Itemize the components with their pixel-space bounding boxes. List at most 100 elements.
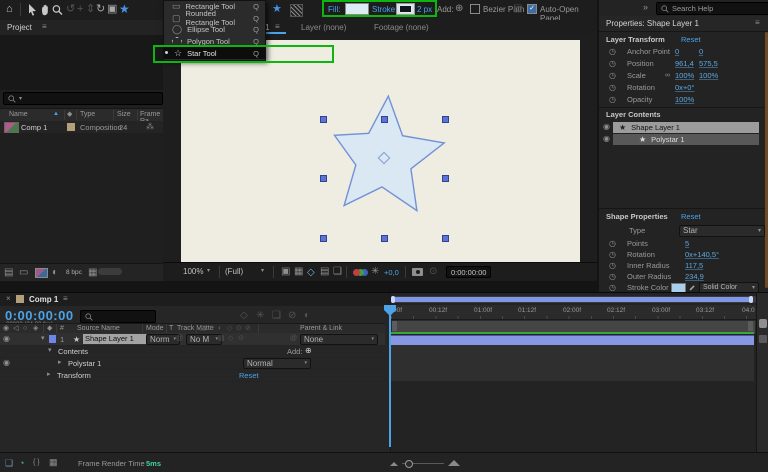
outer-radius-value[interactable]: 234,9 [685,272,704,281]
label-column-icon[interactable]: ◆ [67,111,72,118]
position-x[interactable]: 961,4 [675,59,699,68]
layer-label-swatch[interactable] [49,335,56,343]
collapsed-chevron-icon[interactable]: ▸ [47,371,51,378]
track-matte-dropdown[interactable]: No M▾ [186,334,222,345]
eye-icon[interactable]: ◉ [603,135,610,143]
selection-tool-icon[interactable] [27,4,37,16]
selection-handle[interactable] [320,175,327,182]
viewer-timecode[interactable]: 0:00:00:00 [446,266,491,278]
blend-mode-dropdown[interactable]: Norm▾ [146,334,180,345]
snapshot-camera-icon[interactable] [412,268,423,276]
menu-item-rounded-rectangle-tool[interactable]: ▢ Rounded Rectangle Tool Q [164,13,265,25]
rotation-value[interactable]: 0x+0° [675,83,694,92]
source-name-column-header[interactable]: Source Name [77,325,120,332]
selection-handle[interactable] [320,235,327,242]
composition-canvas[interactable] [181,40,580,262]
time-ruler[interactable]: 00f 00:12f 01:00f 01:12f 02:00f 02:12f 0… [391,305,757,320]
close-tab-icon[interactable]: × [6,295,11,303]
dither-pattern-icon[interactable] [290,4,303,17]
mode-column-header[interactable]: Mode [146,325,164,332]
color-depth-value[interactable]: 8 bpc [66,269,82,276]
parent-link-column-header[interactable]: Parent & Link [300,325,342,332]
comp-marker-bin[interactable] [759,319,767,328]
anchor-point-y[interactable]: 0 [699,47,703,56]
menu-item-ellipse-tool[interactable]: ◯ Ellipse Tool Q [164,24,265,36]
roi-tool-icon[interactable]: ▣ [107,4,117,15]
selection-handle[interactable] [442,235,449,242]
frame-blending-icon[interactable]: ⊘ [288,311,296,321]
type-dropdown[interactable]: Star ▾ [679,225,765,237]
anchor-point-x[interactable]: 0 [675,47,699,56]
column-size[interactable]: Size [117,111,131,118]
selection-handle[interactable] [381,235,388,242]
tab-menu-icon[interactable]: ≡ [275,23,280,31]
stopwatch-icon[interactable]: ◷ [609,262,616,270]
stroke-color-swatch[interactable] [671,283,686,293]
parent-dropdown[interactable]: None▾ [300,334,378,345]
inner-radius-value[interactable]: 117,5 [685,261,703,270]
pan-camera-icon[interactable]: + [77,4,83,15]
eyedropper-icon[interactable] [688,283,697,292]
help-search-input[interactable]: Search Help [656,2,768,15]
opacity-value[interactable]: 100% [675,95,694,104]
project-item-row[interactable]: Comp 1 Composition 24 ⁂ [0,121,163,133]
zoom-tool-icon[interactable] [52,4,63,16]
playhead-line[interactable] [389,305,391,447]
mask-visibility-icon[interactable]: ▦ [294,267,303,277]
label-color-swatch[interactable] [67,123,75,131]
interpret-footage-icon[interactable]: ▤ [4,268,13,278]
project-tab-label[interactable]: Project [7,23,32,32]
column-type[interactable]: Type [80,111,95,118]
tab-layer[interactable]: Layer (none) [301,23,346,32]
project-item-name[interactable]: Comp 1 [21,123,47,132]
timeline-search-input[interactable] [80,310,156,323]
render-queue-icon[interactable]: ❑ [5,458,13,469]
pickwhip-icon[interactable]: @ [176,335,183,342]
trash-icon[interactable]: ▦ [88,268,97,278]
show-snapshot-icon[interactable]: ⊙ [429,267,437,277]
stopwatch-icon[interactable]: ◷ [609,48,616,56]
exposure-gear-icon[interactable]: ✳ [371,267,379,277]
sort-up-icon[interactable]: ▲ [53,111,59,117]
zoom-in-mountain-icon[interactable] [448,460,460,466]
channels-icon[interactable] [353,269,360,276]
work-area-handle-left[interactable] [392,321,397,331]
parent-pickwhip-icon[interactable]: @ [290,335,297,342]
stopwatch-icon[interactable]: ◷ [609,72,616,80]
zoom-out-mountain-icon[interactable] [390,462,398,466]
layer-transform-reset[interactable]: Reset [681,35,701,44]
auto-open-panel-checkbox[interactable]: ✓ [527,4,537,14]
new-folder-icon[interactable]: ▭ [19,268,28,278]
transform-reset[interactable]: Reset [239,371,259,380]
timeline-tab-label[interactable]: Comp 1 [29,295,58,304]
eye-icon[interactable]: ◉ [603,123,610,131]
layer-name-selected[interactable]: Shape Layer 1 [83,334,147,344]
stopwatch-icon[interactable]: ◷ [609,84,616,92]
eye-icon[interactable]: ◉ [3,335,10,343]
flowchart-icon[interactable]: ▦ [49,458,58,467]
home-icon[interactable]: ⌂ [6,4,13,15]
guides-icon[interactable]: ❑ [333,267,342,277]
star-tool-active-icon[interactable]: ★ [119,3,130,15]
fill-swatch[interactable] [345,3,369,15]
stopwatch-icon[interactable]: ◷ [609,284,616,292]
magnification-select[interactable]: 100% [183,267,203,276]
color-depth-icon[interactable]: ◐ [52,268,58,278]
hand-tool-icon[interactable] [39,4,50,16]
orbit-camera-icon[interactable]: ↺ [66,4,75,15]
navigator-handle-right[interactable] [749,296,753,303]
timeline-zoom-slider-knob[interactable] [405,460,413,468]
shape-rotation-value[interactable]: 0x+140,5° [685,250,719,259]
selection-handle[interactable] [442,116,449,123]
selection-handle[interactable] [320,116,327,123]
collapsed-chevron-icon[interactable]: ▸ [58,359,62,366]
new-composition-icon[interactable] [35,268,48,278]
menu-item-polygon-tool[interactable]: Polygon Tool Q [164,36,265,48]
project-panel-menu-icon[interactable]: ≡ [42,23,47,31]
stopwatch-icon[interactable]: ◷ [609,251,616,259]
eye-icon[interactable]: ◉ [3,359,10,367]
stopwatch-icon[interactable]: ◷ [609,273,616,281]
tab-footage[interactable]: Footage (none) [374,23,429,32]
link-icon[interactable]: ∞ [665,72,675,79]
time-navigator-track[interactable] [391,296,757,303]
